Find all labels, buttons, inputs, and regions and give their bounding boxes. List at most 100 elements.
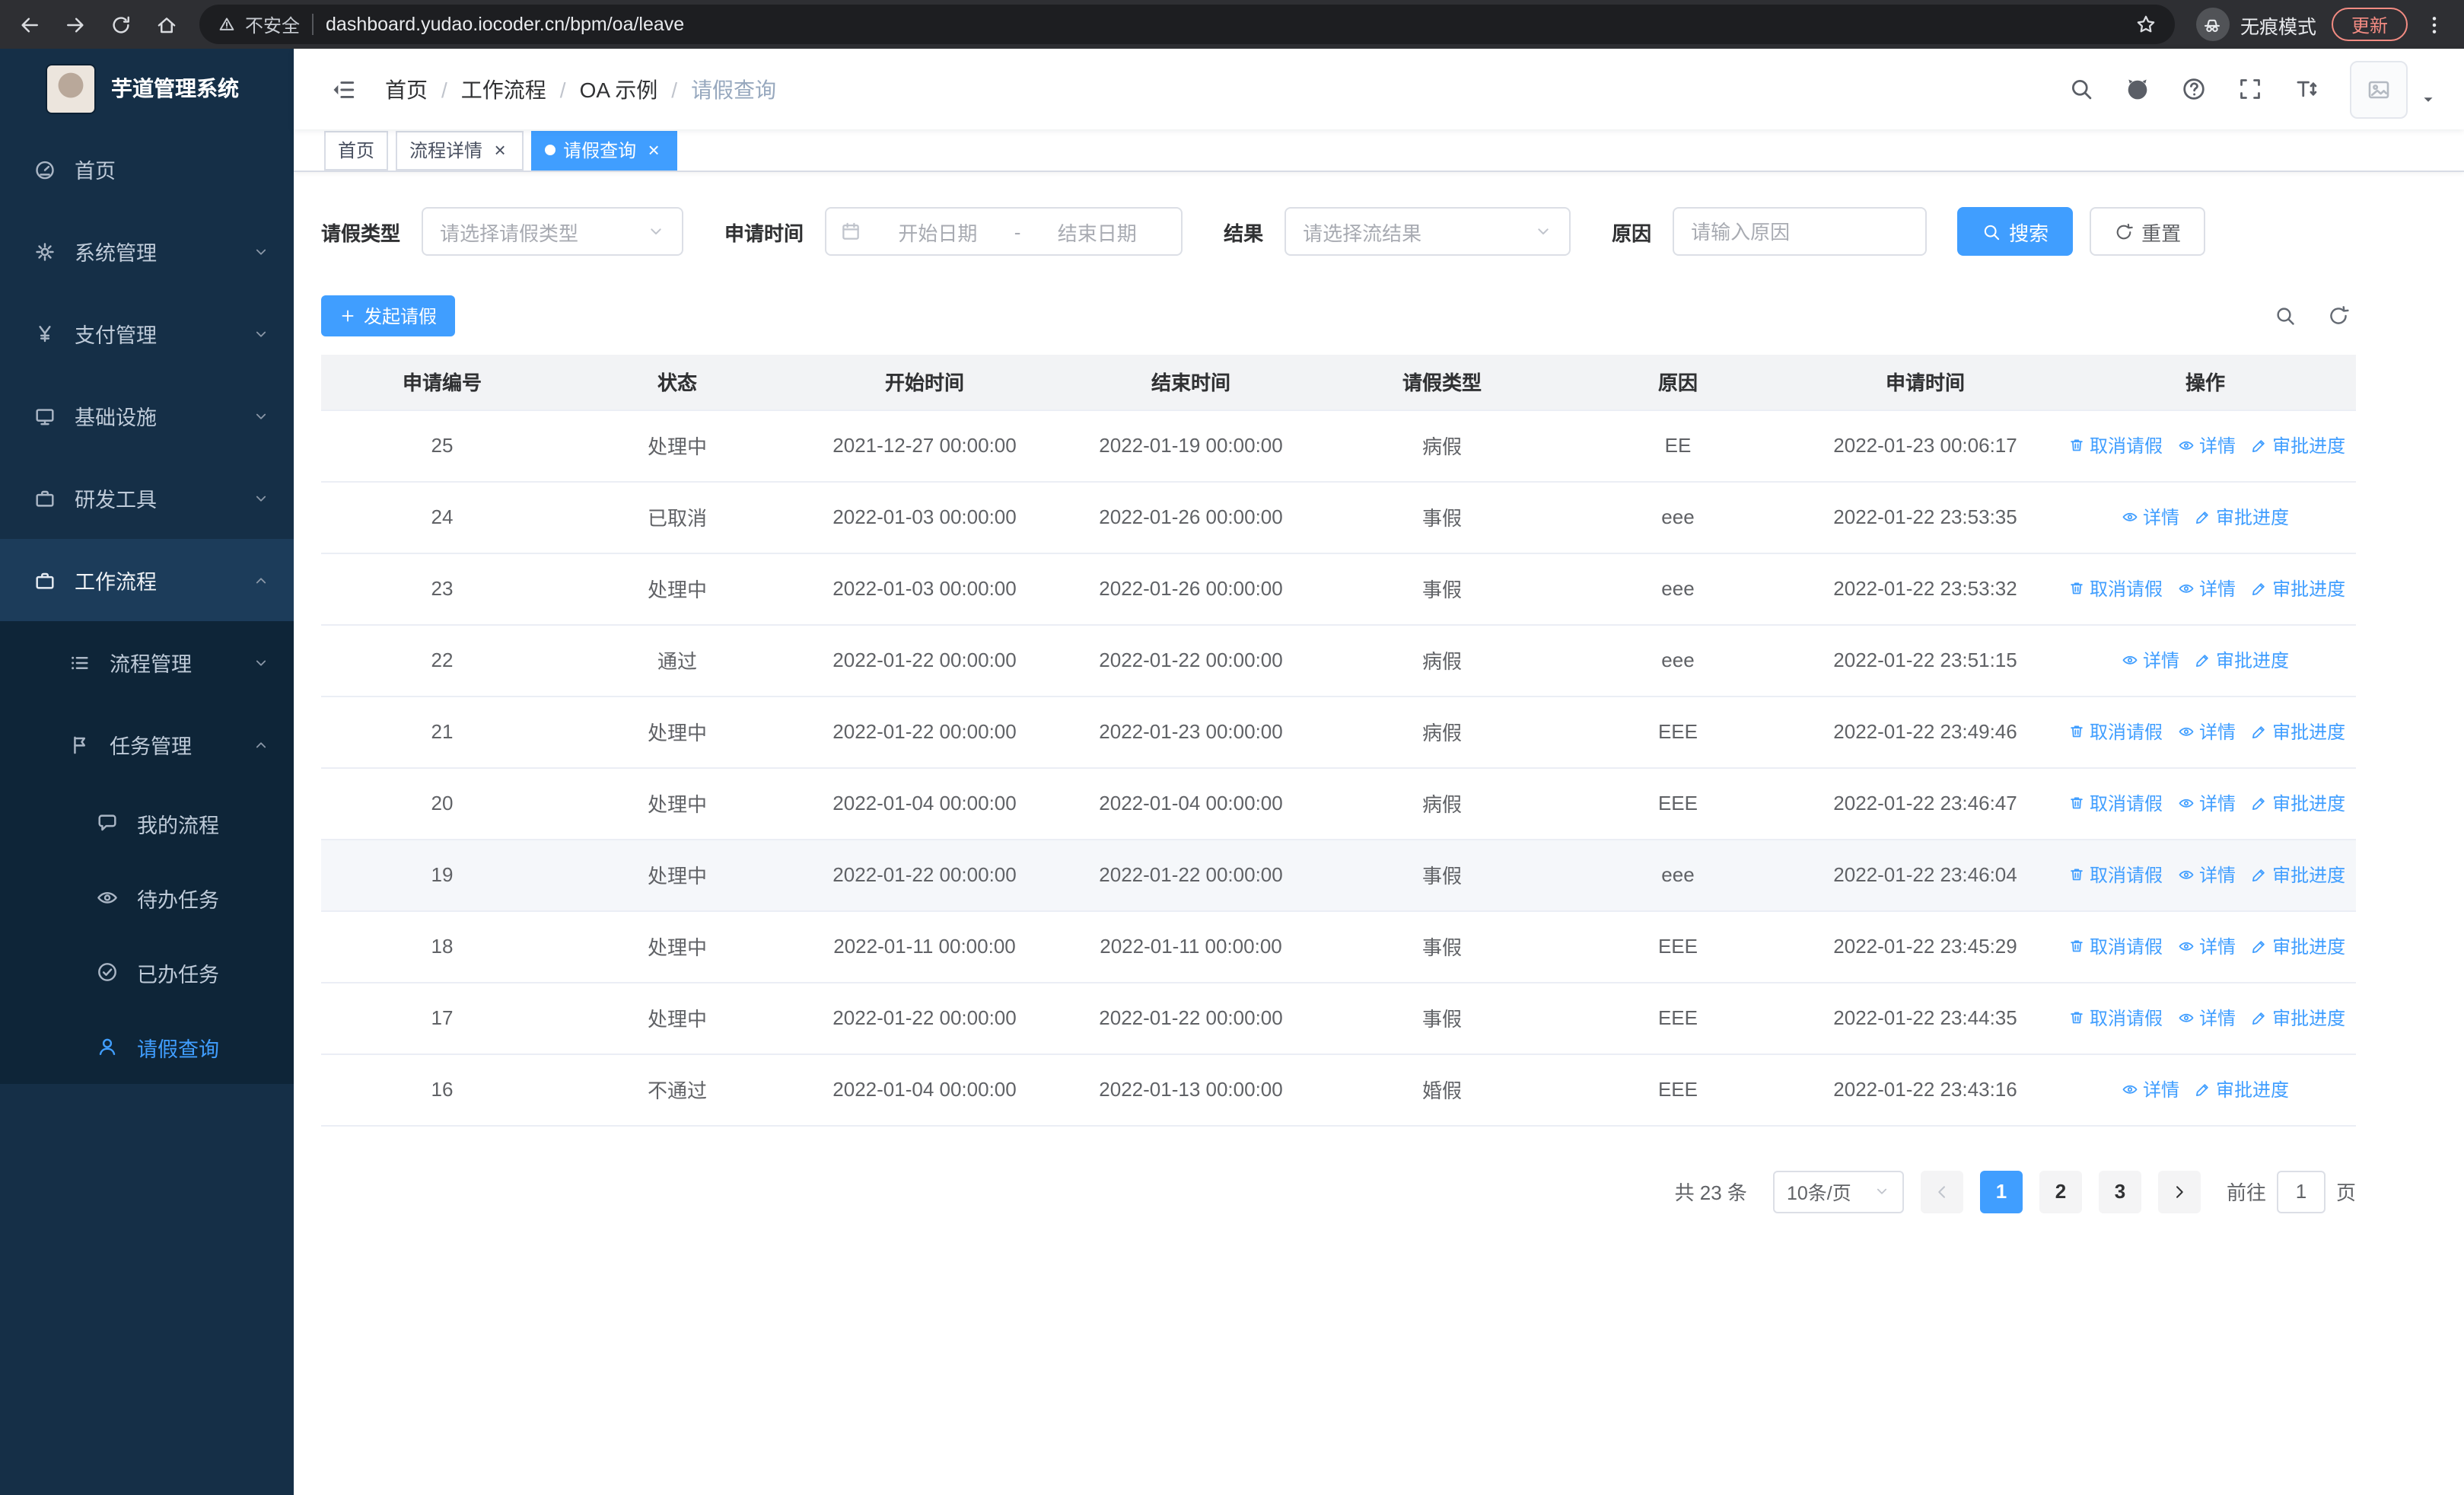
bookmark-star-icon[interactable] [2135, 14, 2157, 35]
reset-label: 重置 [2141, 222, 2182, 244]
row-action-detail[interactable]: 详情 [2178, 933, 2236, 959]
row-action-progress[interactable]: 审批进度 [2251, 1005, 2345, 1031]
cell-reason: eee [1560, 624, 1796, 696]
prev-page-button[interactable] [1920, 1170, 1963, 1213]
next-page-button[interactable] [2157, 1170, 2201, 1213]
sidebar-collapse-icon[interactable] [330, 75, 358, 103]
row-action-detail[interactable]: 详情 [2178, 862, 2236, 888]
sidebar-item-system[interactable]: 系统管理 [0, 210, 294, 292]
end-date-placeholder[interactable]: 结束日期 [1027, 217, 1167, 246]
leave-type-placeholder: 请选择请假类型 [440, 222, 579, 244]
row-action-progress[interactable]: 审批进度 [2195, 647, 2289, 673]
refresh-table-icon[interactable] [2327, 304, 2350, 327]
home-icon[interactable] [155, 13, 178, 36]
row-action-cancel[interactable]: 取消请假 [2068, 933, 2163, 959]
row-action-progress[interactable]: 审批进度 [2251, 432, 2345, 458]
row-action-progress[interactable]: 审批进度 [2251, 933, 2345, 959]
chevron-down-icon [253, 407, 269, 424]
leave-type-select[interactable]: 请选择请假类型 [422, 207, 684, 256]
row-action-progress[interactable]: 审批进度 [2251, 575, 2345, 601]
reset-button[interactable]: 重置 [2090, 207, 2206, 256]
row-action-progress[interactable]: 审批进度 [2195, 504, 2289, 530]
active-tab-dot [545, 145, 556, 155]
reason-input[interactable] [1673, 207, 1928, 256]
goto-page-input[interactable] [2276, 1170, 2326, 1213]
close-icon[interactable]: × [644, 140, 664, 160]
row-action-cancel[interactable]: 取消请假 [2068, 575, 2163, 601]
row-action-detail[interactable]: 详情 [2122, 647, 2179, 673]
row-action-detail[interactable]: 详情 [2178, 1005, 2236, 1031]
sidebar-item-workflow[interactable]: 工作流程 [0, 539, 294, 621]
sidebar-item-todo-tasks[interactable]: 待办任务 [0, 860, 294, 935]
tab-leave-query[interactable]: 请假查询 × [531, 130, 678, 170]
address-bar[interactable]: 不安全 dashboard.yudao.iocoder.cn/bpm/oa/le… [199, 5, 2175, 44]
back-icon[interactable] [18, 13, 41, 36]
page-size-select[interactable]: 10条/页 [1772, 1170, 1904, 1213]
sidebar-item-leave-query[interactable]: 请假查询 [0, 1009, 294, 1084]
sidebar-item-infrastructure[interactable]: 基础设施 [0, 375, 294, 457]
security-status[interactable]: 不安全 [218, 11, 300, 37]
eye-icon [94, 886, 119, 909]
sidebar-item-process-mgmt[interactable]: 流程管理 [0, 621, 294, 703]
action-label: 详情 [2142, 650, 2179, 671]
sidebar-item-my-process[interactable]: 我的流程 [0, 786, 294, 860]
row-action-cancel[interactable]: 取消请假 [2068, 1005, 2163, 1031]
row-action-cancel[interactable]: 取消请假 [2068, 790, 2163, 816]
create-leave-button[interactable]: 发起请假 [321, 295, 456, 336]
cell-end-time: 2022-01-22 00:00:00 [1058, 839, 1324, 911]
row-action-detail[interactable]: 详情 [2122, 504, 2179, 530]
sidebar-item-payment[interactable]: 支付管理 [0, 292, 294, 375]
tab-process-detail[interactable]: 流程详情 × [396, 130, 524, 170]
cell-end-time: 2022-01-23 00:00:00 [1058, 696, 1324, 768]
page-button-1[interactable]: 1 [1979, 1170, 2023, 1213]
github-icon[interactable] [2125, 76, 2150, 102]
cell-actions: 取消请假 详情 审批进度 [2055, 910, 2356, 983]
incognito-icon [2203, 14, 2223, 34]
browser-update-button[interactable]: 更新 [2331, 8, 2408, 41]
pagination-total: 共 23 条 [1674, 1181, 1747, 1204]
app-logo[interactable]: 芋道管理系统 [0, 49, 294, 128]
search-icon[interactable] [2068, 76, 2094, 102]
start-date-placeholder[interactable]: 开始日期 [867, 217, 1008, 246]
fontsize-icon[interactable] [2294, 76, 2319, 102]
result-select[interactable]: 请选择流结果 [1285, 207, 1571, 256]
tab-home[interactable]: 首页 [324, 130, 389, 170]
cell-id: 17 [321, 982, 563, 1054]
breadcrumb-item[interactable]: 首页 [385, 74, 428, 104]
search-button[interactable]: 搜索 [1957, 207, 2074, 256]
row-action-progress[interactable]: 审批进度 [2251, 862, 2345, 888]
sidebar-item-devtools[interactable]: 研发工具 [0, 457, 294, 539]
row-action-cancel[interactable]: 取消请假 [2068, 432, 2163, 458]
sidebar-item-task-mgmt[interactable]: 任务管理 [0, 703, 294, 786]
row-action-detail[interactable]: 详情 [2178, 719, 2236, 744]
cell-reason: EEE [1560, 1054, 1796, 1126]
breadcrumb-item[interactable]: OA 示例 [580, 74, 658, 104]
row-action-detail[interactable]: 详情 [2178, 790, 2236, 816]
table-row: 16 不通过 2022-01-04 00:00:00 2022-01-13 00:00… [321, 1054, 2356, 1126]
page-button-2[interactable]: 2 [2039, 1170, 2082, 1213]
chevron-up-icon [253, 736, 269, 753]
avatar[interactable] [2350, 60, 2408, 118]
row-action-detail[interactable]: 详情 [2178, 432, 2236, 458]
fullscreen-icon[interactable] [2237, 76, 2263, 102]
apply-time-label: 申请时间 [724, 222, 804, 244]
close-icon[interactable]: × [490, 140, 510, 160]
toggle-search-icon[interactable] [2274, 304, 2297, 327]
browser-menu-icon[interactable] [2423, 13, 2446, 36]
row-action-cancel[interactable]: 取消请假 [2068, 862, 2163, 888]
row-action-progress[interactable]: 审批进度 [2251, 790, 2345, 816]
row-action-cancel[interactable]: 取消请假 [2068, 719, 2163, 744]
sidebar-item-done-tasks[interactable]: 已办任务 [0, 935, 294, 1009]
sidebar-item-home[interactable]: 首页 [0, 128, 294, 210]
breadcrumb-item[interactable]: 工作流程 [461, 74, 546, 104]
apply-time-range-picker[interactable]: 开始日期 - 结束日期 [825, 207, 1183, 256]
forward-icon[interactable] [64, 13, 87, 36]
row-action-detail[interactable]: 详情 [2178, 575, 2236, 601]
caret-down-icon[interactable] [2420, 91, 2437, 107]
page-button-3[interactable]: 3 [2098, 1170, 2141, 1213]
row-action-progress[interactable]: 审批进度 [2251, 719, 2345, 744]
reload-icon[interactable] [110, 13, 132, 36]
row-action-detail[interactable]: 详情 [2122, 1076, 2179, 1102]
help-icon[interactable] [2181, 76, 2207, 102]
row-action-progress[interactable]: 审批进度 [2195, 1076, 2289, 1102]
